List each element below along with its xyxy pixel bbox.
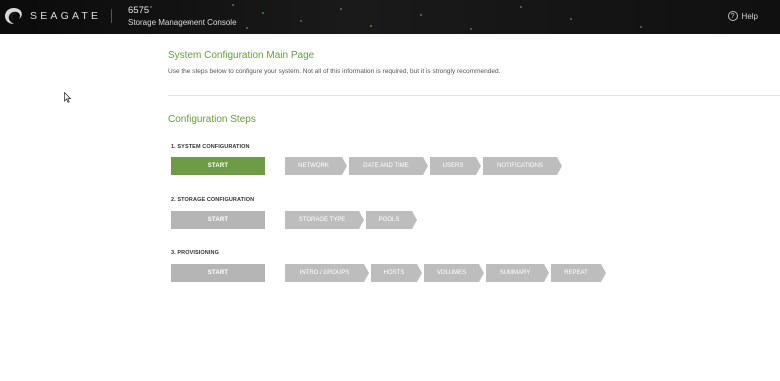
seagate-logo: SEAGATE: [4, 7, 101, 25]
decor-sparkle: [470, 28, 472, 30]
step-2-label: 2. STORAGE CONFIGURATION: [171, 197, 255, 203]
step-summary[interactable]: SUMMARY: [486, 264, 549, 282]
brand-name: SEAGATE: [30, 10, 102, 22]
decor-sparkle: [640, 26, 642, 28]
step-1-label: 1. SYSTEM CONFIGURATION: [171, 144, 250, 150]
page-description: Use the steps below to configure your sy…: [168, 68, 501, 75]
step-pools[interactable]: POOLS: [366, 211, 417, 229]
mouse-pointer-icon: [64, 92, 71, 103]
step-date-and-time[interactable]: DATE AND TIME: [349, 157, 428, 175]
decor-sparkle: [262, 12, 264, 14]
decor-sparkle: [340, 8, 342, 10]
decor-sparkle: [370, 25, 372, 27]
help-icon: ?: [727, 11, 738, 21]
decor-sparkle: [232, 4, 234, 6]
decor-sparkle: [150, 6, 152, 8]
step-hosts[interactable]: HOSTS: [371, 264, 422, 282]
help-label: Help: [741, 11, 758, 21]
storage-configuration-start-button[interactable]: START: [171, 211, 265, 229]
decor-sparkle: [520, 6, 522, 8]
step-network[interactable]: NETWORK: [285, 157, 347, 175]
top-bar: SEAGATE 6575 Storage Management Console …: [0, 0, 780, 34]
decor-sparkle: [246, 27, 248, 29]
step-intro-groups[interactable]: INTRO / GROUPS: [285, 264, 369, 282]
system-id: 6575: [128, 5, 150, 16]
system-name: Storage Management Console: [128, 18, 237, 27]
step-repeat[interactable]: REPEAT: [551, 264, 606, 282]
page-title: System Configuration Main Page: [168, 50, 315, 61]
seagate-swirl-icon: [5, 8, 22, 24]
section-divider: [168, 95, 780, 96]
system-configuration-start-button[interactable]: START: [171, 157, 265, 175]
provisioning-start-button[interactable]: START: [171, 264, 265, 282]
decor-sparkle: [420, 14, 422, 16]
decor-sparkle: [300, 20, 302, 22]
header-divider: [111, 9, 112, 23]
step-notifications[interactable]: NOTIFICATIONS: [483, 157, 562, 175]
step-3-label: 3. PROVISIONING: [171, 250, 219, 256]
step-volumes[interactable]: VOLUMES: [424, 264, 484, 282]
help-link[interactable]: ? Help: [727, 11, 758, 21]
step-users[interactable]: USERS: [430, 157, 481, 175]
step-storage-type[interactable]: STORAGE TYPE: [285, 211, 364, 229]
decor-sparkle: [570, 18, 572, 20]
configuration-steps-title: Configuration Steps: [168, 114, 256, 125]
